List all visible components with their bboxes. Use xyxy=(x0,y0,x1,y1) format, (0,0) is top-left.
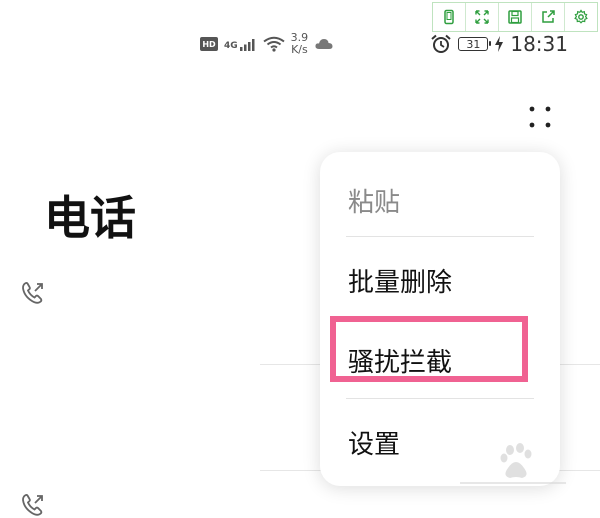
hd-badge: HD xyxy=(200,37,218,51)
save-button[interactable] xyxy=(499,3,532,31)
network-type: 4G xyxy=(224,41,238,51)
outgoing-call-icon xyxy=(22,282,43,304)
menu-divider xyxy=(346,398,534,399)
screenshot-toolbar xyxy=(432,2,598,32)
signal-icon xyxy=(239,39,255,51)
settings-button[interactable] xyxy=(565,3,597,31)
menu-item-paste[interactable]: 粘贴 xyxy=(348,182,400,219)
status-bar-right: 31 18:31 xyxy=(430,32,568,56)
clock: 18:31 xyxy=(510,32,568,56)
menu-item-settings[interactable]: 设置 xyxy=(348,424,400,461)
signal-group: 4G xyxy=(224,37,257,51)
alarm-icon xyxy=(431,34,452,53)
phone-frame-icon xyxy=(444,9,454,25)
menu-item-batch-delete[interactable]: 批量删除 xyxy=(348,262,452,299)
share-button[interactable] xyxy=(532,3,565,31)
baidu-watermark-logo xyxy=(460,443,566,484)
battery-indicator: 31 xyxy=(458,37,492,51)
network-speed: 3.9 K/s xyxy=(291,32,309,56)
share-icon xyxy=(542,10,555,23)
phone-frame-button[interactable] xyxy=(433,3,466,31)
settings-icon xyxy=(574,9,588,24)
charging-icon xyxy=(495,36,504,52)
outgoing-call-icon xyxy=(22,494,43,516)
fullscreen-icon xyxy=(475,10,489,24)
battery-level: 31 xyxy=(466,37,481,51)
more-options-icon[interactable] xyxy=(525,102,555,132)
highlight-box xyxy=(330,316,528,382)
speed-unit: K/s xyxy=(291,43,308,56)
menu-divider xyxy=(346,236,534,237)
status-bar-left: HD 4G 3.9 K/s xyxy=(200,32,334,56)
cloud-icon xyxy=(315,39,333,49)
wifi-icon xyxy=(263,36,285,52)
fullscreen-button[interactable] xyxy=(466,3,499,31)
save-icon xyxy=(508,10,522,24)
page-title: 电话 xyxy=(44,191,136,245)
